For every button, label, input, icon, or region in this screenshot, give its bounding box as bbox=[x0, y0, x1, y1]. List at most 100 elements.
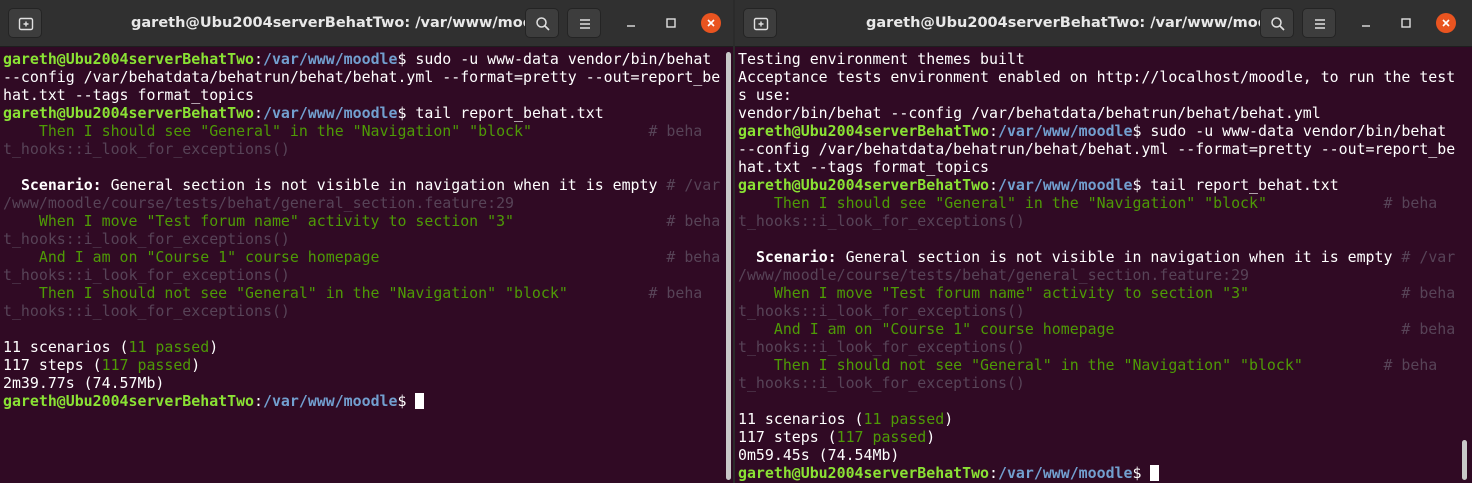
terminal-text: : bbox=[989, 464, 998, 482]
terminal-text: 11 passed bbox=[128, 338, 210, 356]
terminal-line: hat.txt --tags format_topics bbox=[738, 158, 1455, 176]
terminal-window-right: gareth@Ubu2004serverBehatTwo: /var/www/m… bbox=[735, 0, 1472, 483]
terminal-text: s use: bbox=[738, 86, 792, 104]
terminal-line: hat.txt --tags format_topics bbox=[3, 86, 720, 104]
maximize-button-right[interactable] bbox=[1396, 13, 1416, 33]
terminal-line: 2m39.77s (74.57Mb) bbox=[3, 374, 720, 392]
terminal-text: # beha bbox=[514, 212, 721, 230]
hamburger-menu-icon bbox=[580, 19, 590, 29]
close-button-left[interactable] bbox=[701, 13, 721, 33]
terminal-line: s use: bbox=[738, 86, 1455, 104]
terminal-text: /var/www/moodle bbox=[263, 104, 398, 122]
terminal-line: gareth@Ubu2004serverBehatTwo:/var/www/mo… bbox=[738, 122, 1455, 140]
terminal-text: Testing environment themes built bbox=[738, 50, 1025, 68]
terminal-line: t_hooks::i_look_for_exceptions() bbox=[738, 338, 1455, 356]
terminal-text: gareth@Ubu2004serverBehatTwo bbox=[738, 176, 990, 194]
terminal-text: General section is not visible in naviga… bbox=[836, 248, 1393, 266]
terminal-text: t_hooks::i_look_for_exceptions() bbox=[738, 338, 1025, 356]
close-icon bbox=[707, 19, 715, 27]
terminal-text: 2m39.77s (74.57Mb) bbox=[3, 374, 165, 392]
terminal-text: ) bbox=[944, 410, 954, 428]
search-button-left[interactable] bbox=[525, 8, 559, 38]
terminal-text: /var/www/moodle bbox=[998, 176, 1133, 194]
terminal-text: ) bbox=[209, 338, 219, 356]
new-tab-button-left[interactable] bbox=[8, 8, 42, 38]
scrollbar-left[interactable] bbox=[726, 52, 731, 480]
terminal-text: And I am on "Course 1" course homepage bbox=[3, 248, 380, 266]
terminal-text: 0m59.45s (74.54Mb) bbox=[738, 446, 900, 464]
new-tab-icon bbox=[18, 17, 34, 31]
terminal-text: ) bbox=[191, 356, 201, 374]
scrollbar-right[interactable] bbox=[1462, 440, 1467, 480]
terminal-line: t_hooks::i_look_for_exceptions() bbox=[738, 302, 1455, 320]
terminal-text: /www/moodle/course/tests/behat/general_s… bbox=[3, 194, 515, 212]
terminal-output-left[interactable]: gareth@Ubu2004serverBehatTwo:/var/www/mo… bbox=[3, 50, 720, 410]
terminal-line: t_hooks::i_look_for_exceptions() bbox=[3, 230, 720, 248]
terminal-line: /www/moodle/course/tests/behat/general_s… bbox=[738, 266, 1455, 284]
terminal-line: 117 steps (117 passed) bbox=[3, 356, 720, 374]
terminal-text: /www/moodle/course/tests/behat/general_s… bbox=[738, 266, 1250, 284]
terminal-text: ) bbox=[926, 428, 936, 446]
terminal-text: 117 steps ( bbox=[738, 428, 837, 446]
search-button-right[interactable] bbox=[1260, 8, 1294, 38]
terminal-line: Then I should not see "General" in the "… bbox=[738, 356, 1455, 374]
terminal-text: /var/www/moodle bbox=[263, 50, 398, 68]
terminal-line: Scenario: General section is not visible… bbox=[738, 248, 1455, 266]
terminal-text: Scenario: bbox=[755, 248, 837, 266]
terminal-text: t_hooks::i_look_for_exceptions() bbox=[3, 302, 290, 320]
maximize-button-left[interactable] bbox=[661, 13, 681, 33]
terminal-text: # beha bbox=[531, 122, 703, 140]
terminal-output-right[interactable]: Testing environment themes built Acceptan… bbox=[738, 50, 1455, 482]
terminal-text: Then I should see "General" in the "Navi… bbox=[738, 194, 1267, 212]
terminal-text: 11 passed bbox=[863, 410, 945, 428]
close-icon bbox=[1442, 19, 1450, 27]
terminal-line: gareth@Ubu2004serverBehatTwo:/var/www/mo… bbox=[738, 464, 1455, 482]
terminal-line: When I move "Test forum name" activity t… bbox=[738, 284, 1455, 302]
window-title-right: gareth@Ubu2004serverBehatTwo: /var/www/m… bbox=[866, 15, 1293, 31]
terminal-text: 117 passed bbox=[101, 356, 192, 374]
terminal-cursor bbox=[415, 393, 425, 409]
terminal-window-left: gareth@Ubu2004serverBehatTwo: /var/www/m… bbox=[0, 0, 733, 483]
menu-button-right[interactable] bbox=[1302, 8, 1336, 38]
terminal-text: : bbox=[254, 50, 263, 68]
terminal-text: # beha bbox=[1249, 284, 1456, 302]
terminal-text: t_hooks::i_look_for_exceptions() bbox=[738, 212, 1025, 230]
terminal-text: # /var bbox=[657, 176, 721, 194]
terminal-text: gareth@Ubu2004serverBehatTwo bbox=[3, 50, 255, 68]
terminal-text: /var/www/moodle bbox=[998, 122, 1133, 140]
terminal-text: # /var bbox=[1392, 248, 1456, 266]
terminal-text: When I move "Test forum name" activity t… bbox=[738, 284, 1250, 302]
search-icon bbox=[1271, 17, 1285, 31]
minimize-button-left[interactable] bbox=[621, 13, 641, 33]
terminal-line: vendor/bin/behat --config /var/behatdata… bbox=[738, 104, 1455, 122]
terminal-text: t_hooks::i_look_for_exceptions() bbox=[3, 230, 290, 248]
terminal-text: Scenario: bbox=[20, 176, 102, 194]
terminal-line: t_hooks::i_look_for_exceptions() bbox=[3, 266, 720, 284]
terminal-line: When I move "Test forum name" activity t… bbox=[3, 212, 720, 230]
terminal-text: # beha bbox=[1114, 320, 1456, 338]
terminal-line: 11 scenarios (11 passed) bbox=[738, 410, 1455, 428]
terminal-text: gareth@Ubu2004serverBehatTwo bbox=[738, 122, 990, 140]
terminal-line: And I am on "Course 1" course homepage #… bbox=[738, 320, 1455, 338]
terminal-text: t_hooks::i_look_for_exceptions() bbox=[738, 374, 1025, 392]
terminal-line: Scenario: General section is not visible… bbox=[3, 176, 720, 194]
terminal-text: # beha bbox=[567, 284, 703, 302]
terminal-line: t_hooks::i_look_for_exceptions() bbox=[738, 212, 1455, 230]
terminal-text: vendor/bin/behat --config /var/behatdata… bbox=[738, 104, 1321, 122]
new-tab-button-right[interactable] bbox=[743, 8, 777, 38]
terminal-text: : bbox=[254, 392, 263, 410]
maximize-icon bbox=[666, 18, 676, 28]
minimize-button-right[interactable] bbox=[1356, 13, 1376, 33]
terminal-line: 11 scenarios (11 passed) bbox=[3, 338, 720, 356]
terminal-line: --config /var/behatdata/behatrun/behat/b… bbox=[3, 68, 720, 86]
terminal-text: General section is not visible in naviga… bbox=[101, 176, 658, 194]
close-button-right[interactable] bbox=[1436, 13, 1456, 33]
minimize-icon bbox=[1362, 25, 1370, 27]
terminal-text: 11 scenarios ( bbox=[3, 338, 129, 356]
menu-button-left[interactable] bbox=[567, 8, 601, 38]
terminal-text: # beha bbox=[379, 248, 721, 266]
terminal-text: 117 passed bbox=[836, 428, 927, 446]
terminal-line: And I am on "Course 1" course homepage #… bbox=[3, 248, 720, 266]
terminal-text: gareth@Ubu2004serverBehatTwo bbox=[3, 392, 255, 410]
